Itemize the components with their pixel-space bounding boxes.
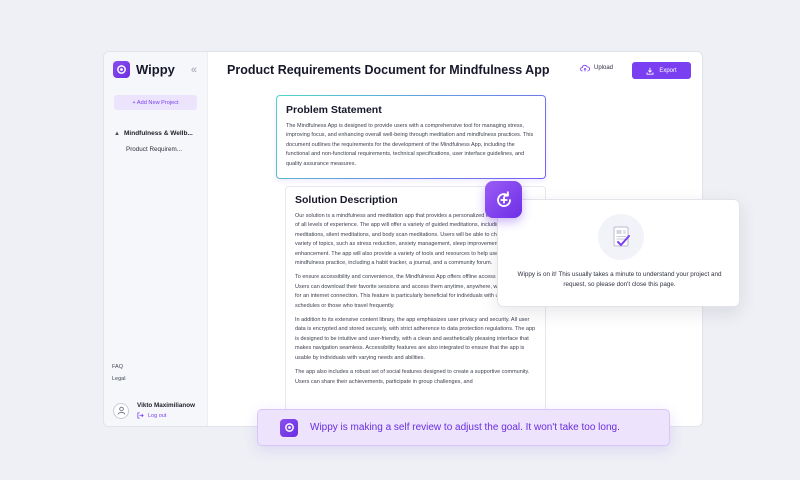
export-button[interactable]: Export — [632, 62, 691, 79]
user-info: Vikto Maximilianow Log out — [137, 402, 195, 419]
solution-paragraph: The app also includes a robust set of so… — [295, 369, 530, 385]
user-panel: Vikto Maximilianow Log out — [113, 402, 195, 419]
sidebar-item-product-requirements[interactable]: Product Requirem... — [126, 146, 182, 153]
chevron-up-icon: ▲ — [114, 130, 120, 137]
legal-link[interactable]: Legal — [112, 376, 125, 382]
download-icon — [646, 67, 654, 75]
sidebar-group-mindfulness[interactable]: ▲ Mindfulness & Wellb... — [114, 130, 206, 137]
logout-button[interactable]: Log out — [137, 412, 195, 419]
sidebar: Wippy « + Add New Project ▲ Mindfulness … — [104, 52, 208, 426]
upload-label: Upload — [594, 65, 614, 71]
problem-body: The Mindfulness App is designed to provi… — [286, 123, 534, 167]
self-review-toast: Wippy is making a self review to adjust … — [257, 409, 670, 446]
double-chevron-left-icon[interactable]: « — [191, 64, 197, 76]
toast-message: Wippy is making a self review to adjust … — [310, 422, 620, 433]
app-name: Wippy — [136, 62, 175, 77]
processing-status-card: Wippy is on it! This usually takes a min… — [497, 199, 740, 307]
wippy-logo-icon — [280, 418, 298, 437]
cloud-upload-icon — [580, 64, 590, 72]
export-label: Export — [659, 67, 677, 74]
problem-statement-card[interactable]: Problem Statement The Mindfulness App is… — [276, 95, 546, 179]
document-check-icon — [598, 214, 644, 260]
logout-icon — [137, 412, 144, 419]
user-icon — [113, 402, 129, 419]
page-title: Product Requirements Document for Mindfu… — [227, 63, 550, 77]
upload-button[interactable]: Upload — [580, 64, 613, 72]
faq-link[interactable]: FAQ — [112, 364, 123, 370]
status-message: Wippy is on it! This usually takes a min… — [517, 271, 722, 288]
user-name: Vikto Maximilianow — [137, 402, 195, 409]
wippy-logo-icon — [113, 61, 130, 78]
problem-heading: Problem Statement — [286, 104, 382, 116]
add-new-project-button[interactable]: + Add New Project — [114, 95, 197, 110]
logo-row: Wippy « — [113, 61, 197, 78]
logout-label: Log out — [148, 412, 167, 419]
refresh-icon[interactable] — [485, 181, 522, 218]
sidebar-group-label: Mindfulness & Wellb... — [124, 130, 193, 137]
solution-paragraph: In addition to its extensive content lib… — [295, 317, 536, 361]
